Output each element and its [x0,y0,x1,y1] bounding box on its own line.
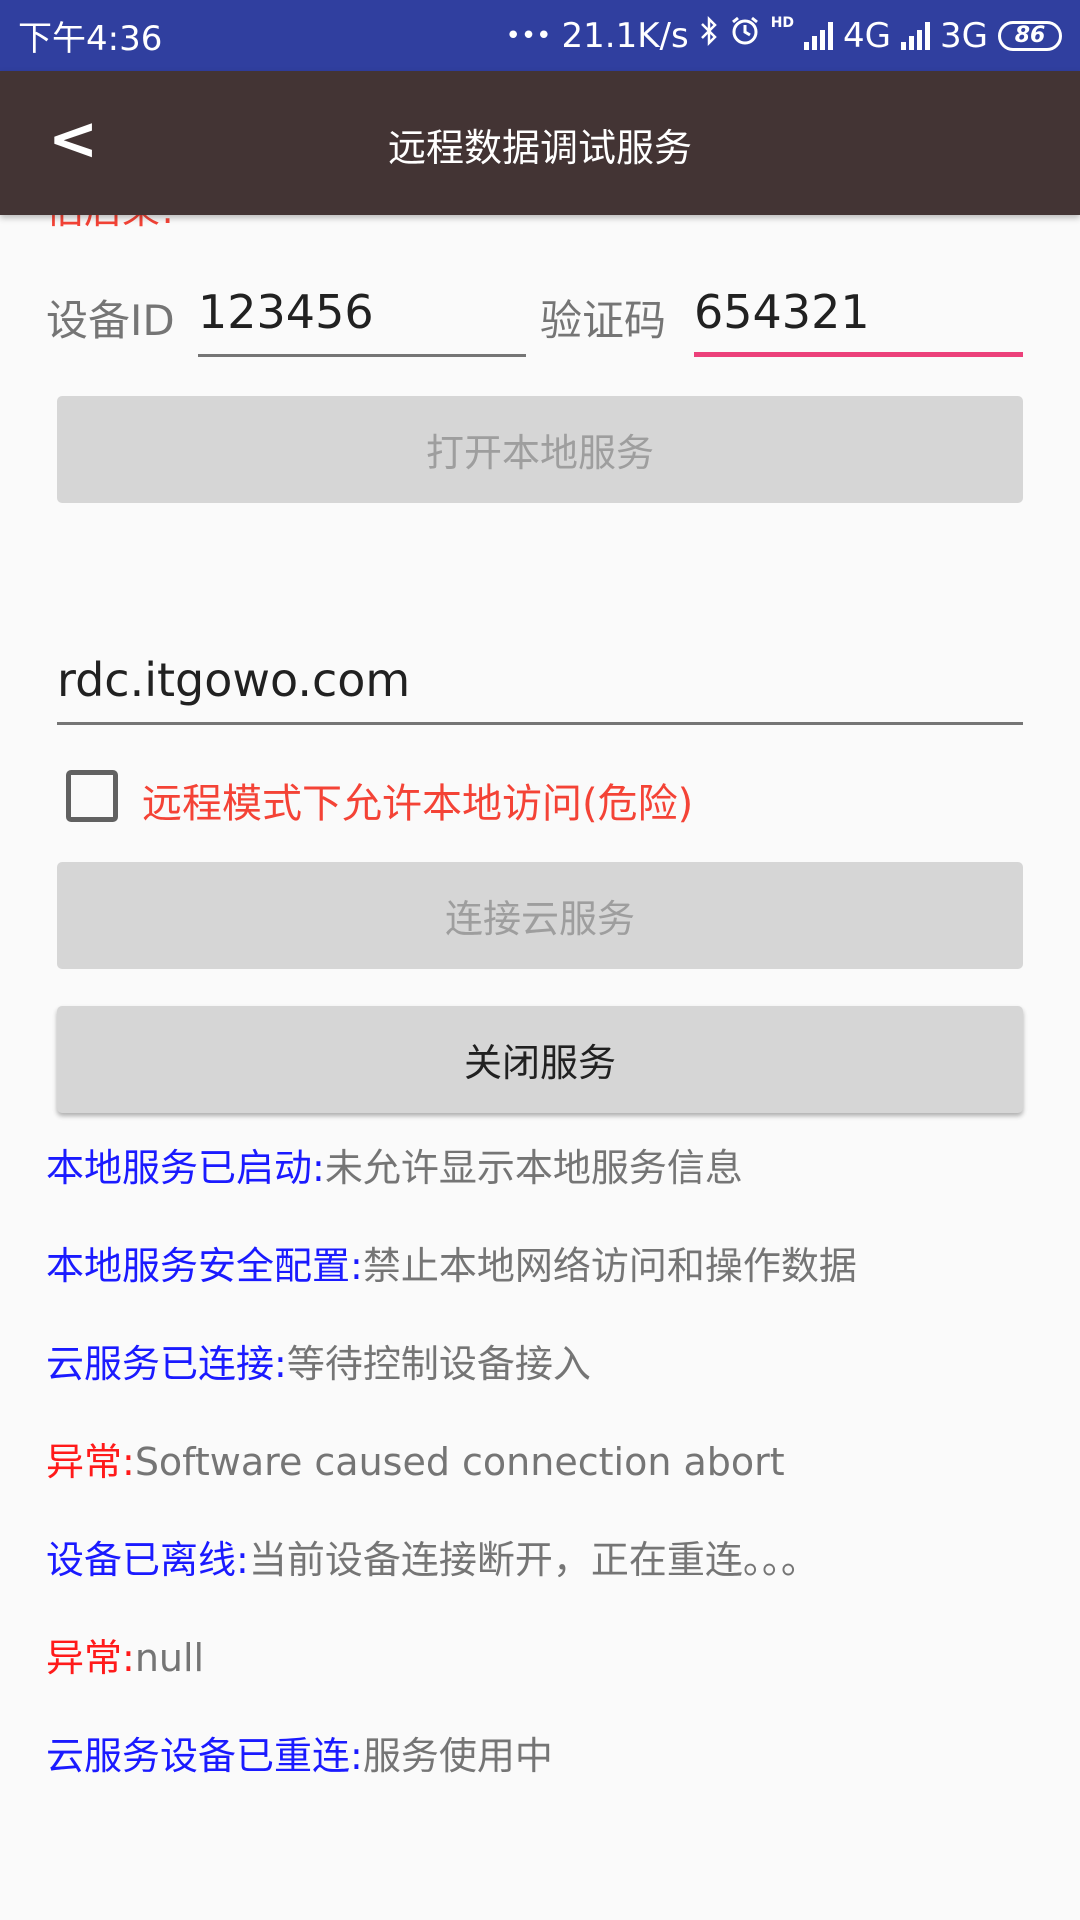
battery-icon: 86 [998,20,1062,51]
status-icons: ••• 21.1K/s HD 4G 3G 86 [505,15,1062,56]
log-key: 本地服务安全配置: [46,1244,363,1288]
hd-label: HD [770,15,795,31]
log-line: 设备已离线:当前设备连接断开，正在重连。。。 [46,1529,819,1584]
status-bar: 下午4:36 ••• 21.1K/s HD 4G 3G 86 [0,0,1080,71]
log-message: 禁止本地网络访问和操作数据 [362,1244,857,1288]
signal-icon-1 [804,21,834,50]
device-id-input[interactable]: 123456 [198,281,526,357]
battery-level: 86 [1014,23,1046,48]
log-key: 设备已离线: [46,1538,249,1582]
allow-local-access-label[interactable]: 远程模式下允许本地访问(危险) [142,771,693,829]
log-key: 云服务已连接: [46,1342,287,1386]
connect-cloud-button[interactable]: 连接云服务 [57,862,1023,969]
allow-local-access-checkbox[interactable] [66,770,118,822]
network-type-1: 4G [843,15,892,56]
open-local-service-button[interactable]: 打开本地服务 [57,396,1023,503]
log-line: 异常:null [46,1627,204,1682]
page-title: 远程数据调试服务 [387,126,692,170]
log-message: 服务使用中 [362,1734,553,1778]
verify-code-label: 验证码 [540,296,667,345]
network-type-2: 3G [940,15,988,56]
log-line: 异常:Software caused connection abort [46,1431,785,1486]
log-line: 本地服务已启动:未允许显示本地服务信息 [46,1137,743,1192]
server-address-input[interactable]: rdc.itgowo.com [57,649,1023,725]
log-key: 本地服务已启动: [46,1146,325,1190]
app-toolbar: < 远程数据调试服务 [0,71,1080,215]
net-speed: 21.1K/s [561,15,689,56]
alarm-icon [729,15,761,56]
log-key-error: 异常: [46,1636,135,1680]
log-message: 未允许显示本地服务信息 [324,1146,743,1190]
signal-icon-2 [901,21,931,50]
log-key-error: 异常: [46,1440,135,1484]
log-message: null [134,1636,205,1680]
device-id-label: 设备ID [46,296,175,345]
log-message: Software caused connection abort [134,1440,785,1484]
verify-code-input[interactable]: 654321 [694,281,1023,357]
log-message: 当前设备连接断开，正在重连。。。 [248,1538,819,1582]
log-key: 云服务设备已重连: [46,1734,363,1778]
log-line: 云服务设备已重连:服务使用中 [46,1725,553,1780]
log-line: 云服务已连接:等待控制设备接入 [46,1333,591,1388]
bluetooth-icon [699,15,719,56]
log-line: 本地服务安全配置:禁止本地网络访问和操作数据 [46,1235,857,1290]
main-content: 估后果! 设备ID 123456 验证码 654321 打开本地服务 rdc.i… [0,191,1080,1920]
status-time: 下午4:36 [18,19,163,59]
log-message: 等待控制设备接入 [286,1342,591,1386]
more-dots-icon: ••• [505,20,552,51]
close-service-button[interactable]: 关闭服务 [57,1006,1023,1113]
